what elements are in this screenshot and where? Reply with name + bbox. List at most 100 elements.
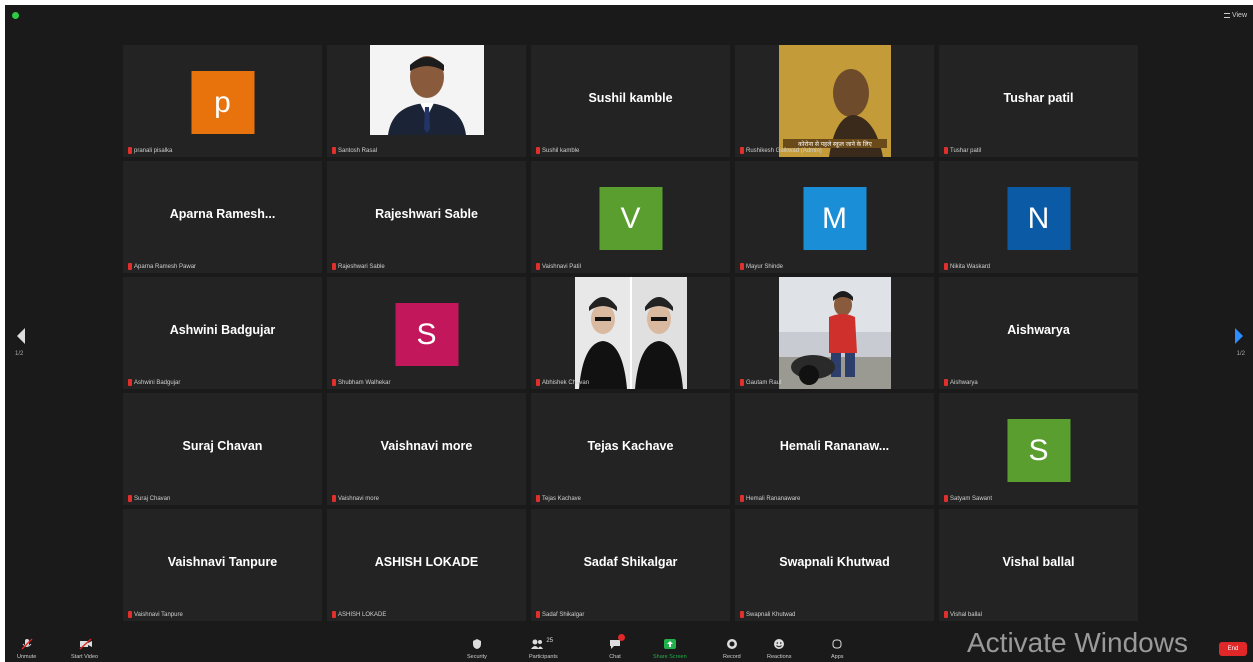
participant-tile[interactable]: Aparna Ramesh... Aparna Ramesh Pawar xyxy=(123,161,322,273)
participant-name-label: Aparna Ramesh Pawar xyxy=(134,263,197,270)
share-screen-icon xyxy=(663,638,676,650)
participant-avatar: S xyxy=(1007,419,1070,482)
apps-button[interactable]: Apps xyxy=(831,638,844,660)
muted-mic-icon xyxy=(536,263,540,270)
participant-tile[interactable]: p pranali pisalka xyxy=(123,45,322,157)
muted-mic-icon xyxy=(944,611,948,618)
participant-tile[interactable]: Santosh Rasal xyxy=(327,45,526,157)
muted-mic-icon xyxy=(536,379,540,386)
muted-mic-icon xyxy=(944,495,948,502)
participant-avatar: S xyxy=(395,303,458,366)
participant-tile[interactable]: M Mayur Shinde xyxy=(735,161,934,273)
security-button[interactable]: Security xyxy=(467,638,487,660)
security-shield-icon[interactable] xyxy=(12,12,19,19)
participant-caption: pranali pisalka xyxy=(128,147,172,154)
muted-mic-icon xyxy=(740,495,744,502)
participant-tile[interactable]: S Satyam Sawant xyxy=(939,393,1138,505)
participant-tile[interactable]: S Shubham Walhekar xyxy=(327,277,526,389)
participants-icon: 25 xyxy=(530,638,556,650)
unmute-label: Unmute xyxy=(17,654,37,660)
participant-tile[interactable]: V Vaishnavi Patil xyxy=(531,161,730,273)
unmute-button[interactable]: Unmute xyxy=(17,638,36,660)
participant-tile[interactable]: Gautam Raut xyxy=(735,277,934,389)
participant-name-label: Tushar patil xyxy=(950,147,982,154)
security-label: Security xyxy=(467,654,487,660)
participant-name-label: Satyam Sawant xyxy=(950,495,993,502)
participant-name-label: Gautam Raut xyxy=(746,379,782,386)
record-button[interactable]: Record xyxy=(723,638,741,660)
participant-tile[interactable]: कोरोना से पहले स्कूल जाने के लिए Rushikes… xyxy=(735,45,934,157)
muted-mic-icon xyxy=(128,611,132,618)
participant-name-label: Rushikesh Gaikwad (Admin) xyxy=(746,147,822,154)
muted-mic-icon xyxy=(128,147,132,154)
muted-mic-icon xyxy=(536,611,540,618)
participant-tile[interactable]: Vaishnavi Tanpure Vaishnavi Tanpure xyxy=(123,509,322,621)
participant-display-name: ASHISH LOKADE xyxy=(374,555,479,569)
participant-tile[interactable]: Suraj Chavan Suraj Chavan xyxy=(123,393,322,505)
participant-tile[interactable]: Vishal ballal Vishal ballal xyxy=(939,509,1138,621)
muted-mic-icon xyxy=(332,611,336,618)
end-meeting-button[interactable]: End xyxy=(1219,642,1247,656)
participant-tile[interactable]: Vaishnavi more Vaishnavi more xyxy=(327,393,526,505)
participant-display-name: Vaishnavi Tanpure xyxy=(167,555,278,569)
participant-avatar: p xyxy=(191,71,254,134)
video-off-icon xyxy=(79,638,92,650)
participant-name-label: Rajeshwari Sable xyxy=(338,263,385,270)
participant-display-name: Aparna Ramesh... xyxy=(169,207,276,221)
muted-mic-icon xyxy=(740,147,744,154)
participant-avatar: N xyxy=(1007,187,1070,250)
participant-caption: Gautam Raut xyxy=(740,379,782,386)
share-screen-button[interactable]: Share Screen xyxy=(653,638,687,660)
participant-name-label: Sadaf Shikalgar xyxy=(542,611,585,618)
participant-tile[interactable]: Aishwarya Aishwarya xyxy=(939,277,1138,389)
participant-caption: Tejas Kachave xyxy=(536,495,581,502)
participant-tile[interactable]: Swapnali Khutwad Swapnali Khutwad xyxy=(735,509,934,621)
reactions-smiley-icon xyxy=(773,638,785,650)
participant-tile[interactable]: Tejas Kachave Tejas Kachave xyxy=(531,393,730,505)
gallery-view-icon xyxy=(1223,13,1230,18)
muted-mic-icon xyxy=(21,638,33,650)
participant-photo xyxy=(369,45,484,157)
participant-name-label: Mayur Shinde xyxy=(746,263,784,270)
participant-tile[interactable]: Ashwini Badgujar Ashwini Badgujar xyxy=(123,277,322,389)
participant-caption: Sushil kamble xyxy=(536,147,579,154)
participant-tile[interactable]: Tushar patil Tushar patil xyxy=(939,45,1138,157)
participant-tile[interactable]: ASHISH LOKADE ASHISH LOKADE xyxy=(327,509,526,621)
participant-display-name: Rajeshwari Sable xyxy=(375,207,478,221)
participant-name-label: Sushil kamble xyxy=(542,147,580,154)
participant-tile[interactable]: Hemali Rananaw... Hemali Rananaware xyxy=(735,393,934,505)
participant-tile[interactable]: Sushil kamble Sushil kamble xyxy=(531,45,730,157)
participant-name-label: Tejas Kachave xyxy=(542,495,582,502)
view-button[interactable]: View xyxy=(1223,12,1247,19)
previous-page-arrow-icon[interactable] xyxy=(17,328,25,344)
participant-tile[interactable]: Sadaf Shikalgar Sadaf Shikalgar xyxy=(531,509,730,621)
participants-count: 25 xyxy=(546,638,554,644)
chat-label: Chat xyxy=(609,654,621,660)
muted-mic-icon xyxy=(740,263,744,270)
muted-mic-icon xyxy=(128,379,132,386)
view-label: View xyxy=(1231,12,1247,19)
next-page-arrow-icon[interactable] xyxy=(1235,328,1243,344)
participant-photo: कोरोना से पहले स्कूल जाने के लिए xyxy=(778,45,891,157)
gallery-grid: p pranali pisalka Santosh Rasal Sushil kamb… xyxy=(123,45,1140,625)
start-video-button[interactable]: Start Video xyxy=(71,638,98,660)
participant-tile[interactable]: N Nikita Waskard xyxy=(939,161,1138,273)
participant-display-name: Tejas Kachave xyxy=(587,439,674,453)
participants-button[interactable]: 25 Participants xyxy=(529,638,558,660)
chat-button[interactable]: Chat xyxy=(609,634,625,660)
participant-caption: Vishal ballal xyxy=(944,611,982,618)
participant-caption: Suraj Chavan xyxy=(128,495,170,502)
chat-icon xyxy=(609,634,625,650)
participant-caption: Vaishnavi Patil xyxy=(536,263,581,270)
participant-caption: Aparna Ramesh Pawar xyxy=(128,263,196,270)
participant-name-label: Vaishnavi Tanpure xyxy=(134,611,183,618)
participant-caption: Shubham Walhekar xyxy=(332,379,390,386)
participant-tile[interactable]: Rajeshwari Sable Rajeshwari Sable xyxy=(327,161,526,273)
participants-label: Participants xyxy=(529,654,558,660)
reactions-button[interactable]: Reactions xyxy=(767,638,791,660)
muted-mic-icon xyxy=(128,495,132,502)
participant-name-label: Hemali Rananaware xyxy=(746,495,801,502)
participant-tile[interactable]: Abhishek Chavan xyxy=(531,277,730,389)
apps-icon xyxy=(831,638,843,650)
muted-mic-icon xyxy=(740,611,744,618)
